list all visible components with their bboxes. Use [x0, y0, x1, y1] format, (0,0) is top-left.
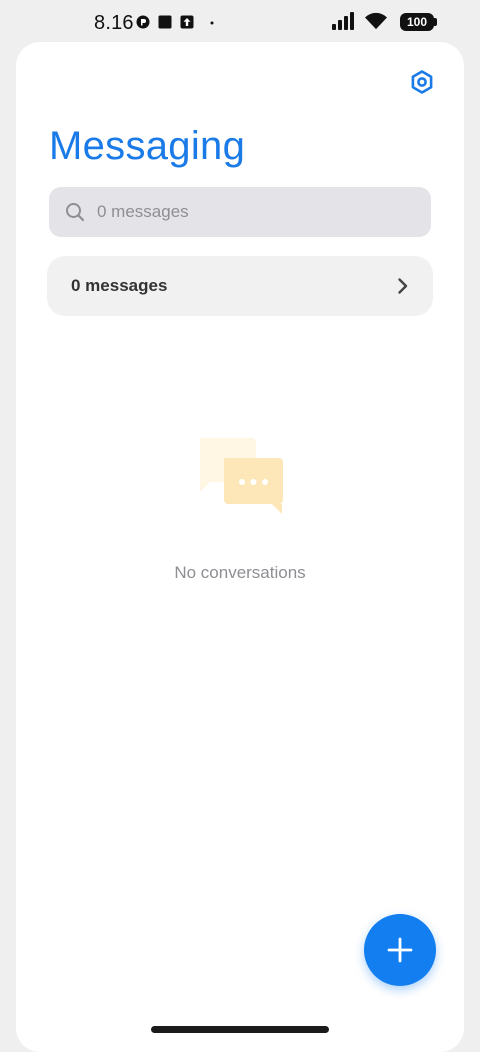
status-right-icons	[332, 12, 388, 30]
messages-row-label: 0 messages	[71, 276, 168, 295]
settings-icon	[411, 70, 433, 94]
status-time: 8.16	[94, 12, 134, 34]
battery-icon: 100	[400, 13, 434, 31]
notification-icon	[136, 15, 150, 29]
battery-level: 100	[406, 15, 428, 29]
upload-icon	[180, 15, 194, 29]
status-left-icons	[136, 13, 216, 31]
search-icon	[66, 203, 85, 222]
search-placeholder: 0 messages	[97, 202, 189, 221]
main-card: Messaging 0 messages 0 messages No conve…	[16, 42, 464, 1052]
dot-icon	[210, 21, 214, 25]
home-indicator[interactable]	[151, 1026, 329, 1033]
empty-state-text: No conversations	[174, 563, 306, 582]
new-conversation-button[interactable]	[364, 914, 436, 986]
chevron-right-icon	[398, 278, 408, 294]
square-icon	[158, 15, 172, 29]
status-bar: 8.16 100	[0, 0, 480, 42]
settings-button[interactable]	[404, 64, 440, 100]
wifi-icon	[365, 12, 387, 30]
page-title: Messaging	[49, 124, 246, 168]
signal-icon	[332, 12, 354, 30]
chat-bubbles-icon	[200, 438, 283, 514]
battery-tip	[434, 18, 437, 26]
messages-row[interactable]: 0 messages	[47, 256, 433, 316]
search-input[interactable]: 0 messages	[49, 187, 431, 237]
plus-icon	[387, 937, 413, 963]
